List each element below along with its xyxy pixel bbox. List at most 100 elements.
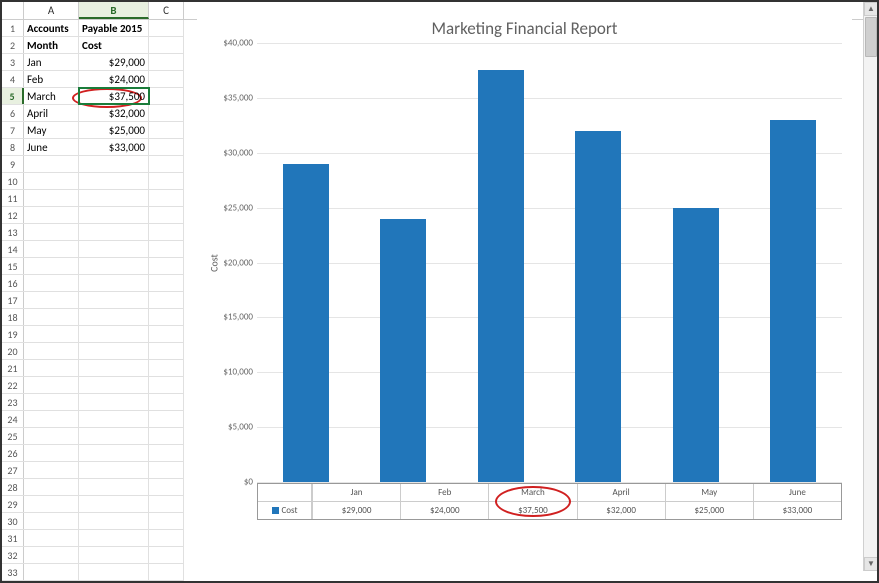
- row-header[interactable]: 12: [2, 207, 24, 223]
- cell[interactable]: [79, 547, 149, 563]
- row-header[interactable]: 6: [2, 105, 24, 121]
- cell[interactable]: [24, 309, 79, 325]
- cell[interactable]: Jan: [24, 54, 79, 70]
- bar[interactable]: [380, 219, 426, 482]
- row-header[interactable]: 26: [2, 445, 24, 461]
- cell[interactable]: [24, 513, 79, 529]
- cell[interactable]: [149, 122, 184, 138]
- cell[interactable]: $37,500: [79, 88, 149, 104]
- cell[interactable]: [24, 377, 79, 393]
- row-header[interactable]: 1: [2, 20, 24, 36]
- cell[interactable]: [149, 241, 184, 257]
- vertical-scrollbar[interactable]: ▲ ▼: [863, 2, 877, 571]
- cell[interactable]: [149, 292, 184, 308]
- cell[interactable]: [149, 275, 184, 291]
- cell[interactable]: [149, 411, 184, 427]
- row-header[interactable]: 2: [2, 37, 24, 53]
- row-header[interactable]: 28: [2, 479, 24, 495]
- row-header[interactable]: 5: [2, 88, 24, 104]
- cell[interactable]: [149, 530, 184, 546]
- cell[interactable]: June: [24, 139, 79, 155]
- cell[interactable]: [24, 496, 79, 512]
- cell[interactable]: [149, 377, 184, 393]
- cell[interactable]: [79, 292, 149, 308]
- cell[interactable]: $29,000: [79, 54, 149, 70]
- cell[interactable]: [24, 258, 79, 274]
- cell[interactable]: [79, 173, 149, 189]
- bar[interactable]: [575, 131, 621, 482]
- cell[interactable]: [79, 275, 149, 291]
- bar[interactable]: [283, 164, 329, 482]
- cell[interactable]: March: [24, 88, 79, 104]
- cell[interactable]: [24, 462, 79, 478]
- row-header[interactable]: 29: [2, 496, 24, 512]
- cell[interactable]: [79, 156, 149, 172]
- cell[interactable]: [149, 496, 184, 512]
- cell[interactable]: [24, 547, 79, 563]
- cell[interactable]: Feb: [24, 71, 79, 87]
- cell[interactable]: [149, 173, 184, 189]
- cell[interactable]: [149, 71, 184, 87]
- bar[interactable]: [673, 208, 719, 482]
- cell[interactable]: [79, 564, 149, 580]
- row-header[interactable]: 3: [2, 54, 24, 70]
- cell[interactable]: Cost: [79, 37, 149, 53]
- cell[interactable]: [149, 462, 184, 478]
- cell[interactable]: [149, 88, 184, 104]
- cell[interactable]: [149, 190, 184, 206]
- cell[interactable]: [24, 564, 79, 580]
- cell[interactable]: [79, 462, 149, 478]
- row-header[interactable]: 23: [2, 394, 24, 410]
- cell[interactable]: [149, 54, 184, 70]
- cell[interactable]: [149, 394, 184, 410]
- cell[interactable]: [79, 224, 149, 240]
- cell[interactable]: $24,000: [79, 71, 149, 87]
- row-header[interactable]: 30: [2, 513, 24, 529]
- cell[interactable]: [24, 275, 79, 291]
- bar[interactable]: [770, 120, 816, 482]
- row-header[interactable]: 11: [2, 190, 24, 206]
- cell[interactable]: May: [24, 122, 79, 138]
- cell[interactable]: [79, 190, 149, 206]
- cell[interactable]: [149, 360, 184, 376]
- cell[interactable]: [149, 445, 184, 461]
- cell[interactable]: Month: [24, 37, 79, 53]
- cell[interactable]: [24, 479, 79, 495]
- cell[interactable]: April: [24, 105, 79, 121]
- cell[interactable]: [149, 309, 184, 325]
- cell[interactable]: [79, 258, 149, 274]
- cell[interactable]: [24, 224, 79, 240]
- scroll-up-arrow-icon[interactable]: ▲: [864, 2, 878, 16]
- scroll-thumb[interactable]: [865, 17, 877, 57]
- cell[interactable]: [149, 224, 184, 240]
- cell[interactable]: [79, 309, 149, 325]
- row-header[interactable]: 19: [2, 326, 24, 342]
- row-header[interactable]: 16: [2, 275, 24, 291]
- select-all-corner[interactable]: [2, 2, 24, 19]
- row-header[interactable]: 20: [2, 343, 24, 359]
- cell[interactable]: [149, 564, 184, 580]
- cell[interactable]: [24, 394, 79, 410]
- cell[interactable]: [24, 190, 79, 206]
- cell[interactable]: Accounts: [24, 20, 79, 36]
- cell[interactable]: [149, 105, 184, 121]
- row-header[interactable]: 15: [2, 258, 24, 274]
- row-header[interactable]: 25: [2, 428, 24, 444]
- row-header[interactable]: 4: [2, 71, 24, 87]
- cell[interactable]: [79, 360, 149, 376]
- row-header[interactable]: 10: [2, 173, 24, 189]
- cell[interactable]: [149, 37, 184, 53]
- cell[interactable]: [79, 428, 149, 444]
- cell[interactable]: [149, 547, 184, 563]
- spreadsheet-grid[interactable]: 1AccountsPayable 20152MonthCost3Jan$29,0…: [2, 20, 184, 581]
- cell[interactable]: [24, 326, 79, 342]
- row-header[interactable]: 21: [2, 360, 24, 376]
- col-header-B[interactable]: B: [79, 2, 149, 19]
- cell[interactable]: [24, 207, 79, 223]
- row-header[interactable]: 8: [2, 139, 24, 155]
- cell[interactable]: [149, 343, 184, 359]
- cell[interactable]: [79, 496, 149, 512]
- cell[interactable]: [79, 326, 149, 342]
- cell[interactable]: [149, 20, 184, 36]
- cell[interactable]: $25,000: [79, 122, 149, 138]
